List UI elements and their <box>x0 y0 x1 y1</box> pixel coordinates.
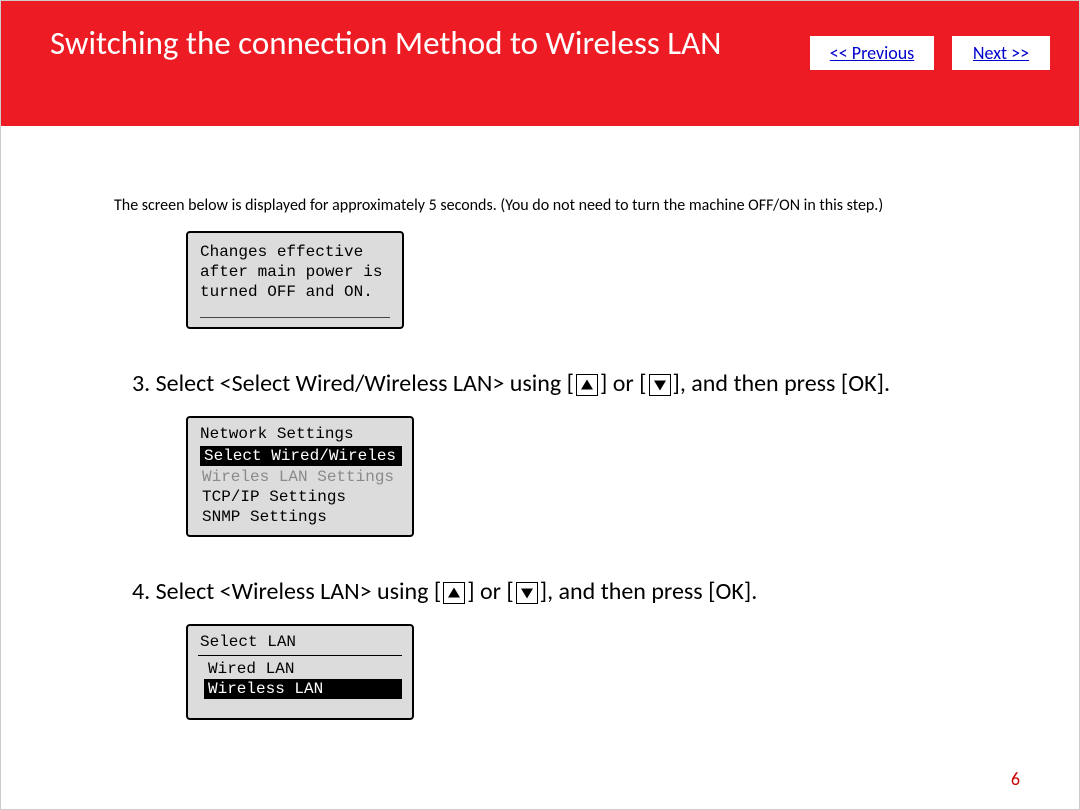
lcd-menu-item: Wired LAN <box>198 659 402 679</box>
step-text: ], and then press [OK]. <box>673 369 890 398</box>
down-arrow-icon <box>516 582 538 604</box>
lcd-divider <box>200 317 390 318</box>
step-text: ], and then press [OK]. <box>540 577 757 606</box>
lcd-menu-title: Network Settings <box>198 424 402 446</box>
content-area: The screen below is displayed for approx… <box>0 126 1080 720</box>
lcd-line: Changes effective <box>200 242 390 262</box>
up-arrow-icon <box>443 582 465 604</box>
lcd-menu-title: Select LAN <box>198 632 402 656</box>
lcd-line: turned OFF and ON. <box>200 282 390 302</box>
next-button[interactable]: Next >> <box>952 36 1050 70</box>
lcd-menu-selected: Wireless LAN <box>204 679 402 699</box>
step-4-text: 4. Select <Wireless LAN> using [ ] or [],… <box>132 577 1080 606</box>
lcd-screen-select-lan: Select LAN Wired LAN Wireless LAN <box>186 624 414 720</box>
step-text: ] or [ <box>467 577 514 606</box>
step-text: 4. Select <Wireless LAN> using [ <box>132 577 441 606</box>
step-text: 3. Select <Select Wired/Wireless LAN> us… <box>132 369 574 398</box>
lcd-menu-item: TCP/IP Settings <box>198 487 402 507</box>
lcd-screen-network-settings: Network Settings Select Wired/Wireles Wi… <box>186 416 414 537</box>
previous-button[interactable]: << Previous <box>810 36 934 70</box>
lcd-line: after main power is <box>200 262 390 282</box>
step-3-text: 3. Select <Select Wired/Wireless LAN> us… <box>132 369 1080 398</box>
nav-buttons: << Previous Next >> <box>810 36 1050 70</box>
lcd-menu-selected: Select Wired/Wireles <box>200 446 402 466</box>
note-text: The screen below is displayed for approx… <box>114 196 1080 215</box>
lcd-screen-changes: Changes effective after main power is tu… <box>186 231 404 329</box>
lcd-menu-item: SNMP Settings <box>198 507 402 527</box>
lcd-menu-dim: Wireles LAN Settings <box>198 467 402 487</box>
down-arrow-icon <box>649 374 671 396</box>
page-number: 6 <box>1011 768 1020 790</box>
header-bar: Switching the connection Method to Wirel… <box>0 0 1080 126</box>
up-arrow-icon <box>576 374 598 396</box>
step-text: ] or [ <box>600 369 647 398</box>
